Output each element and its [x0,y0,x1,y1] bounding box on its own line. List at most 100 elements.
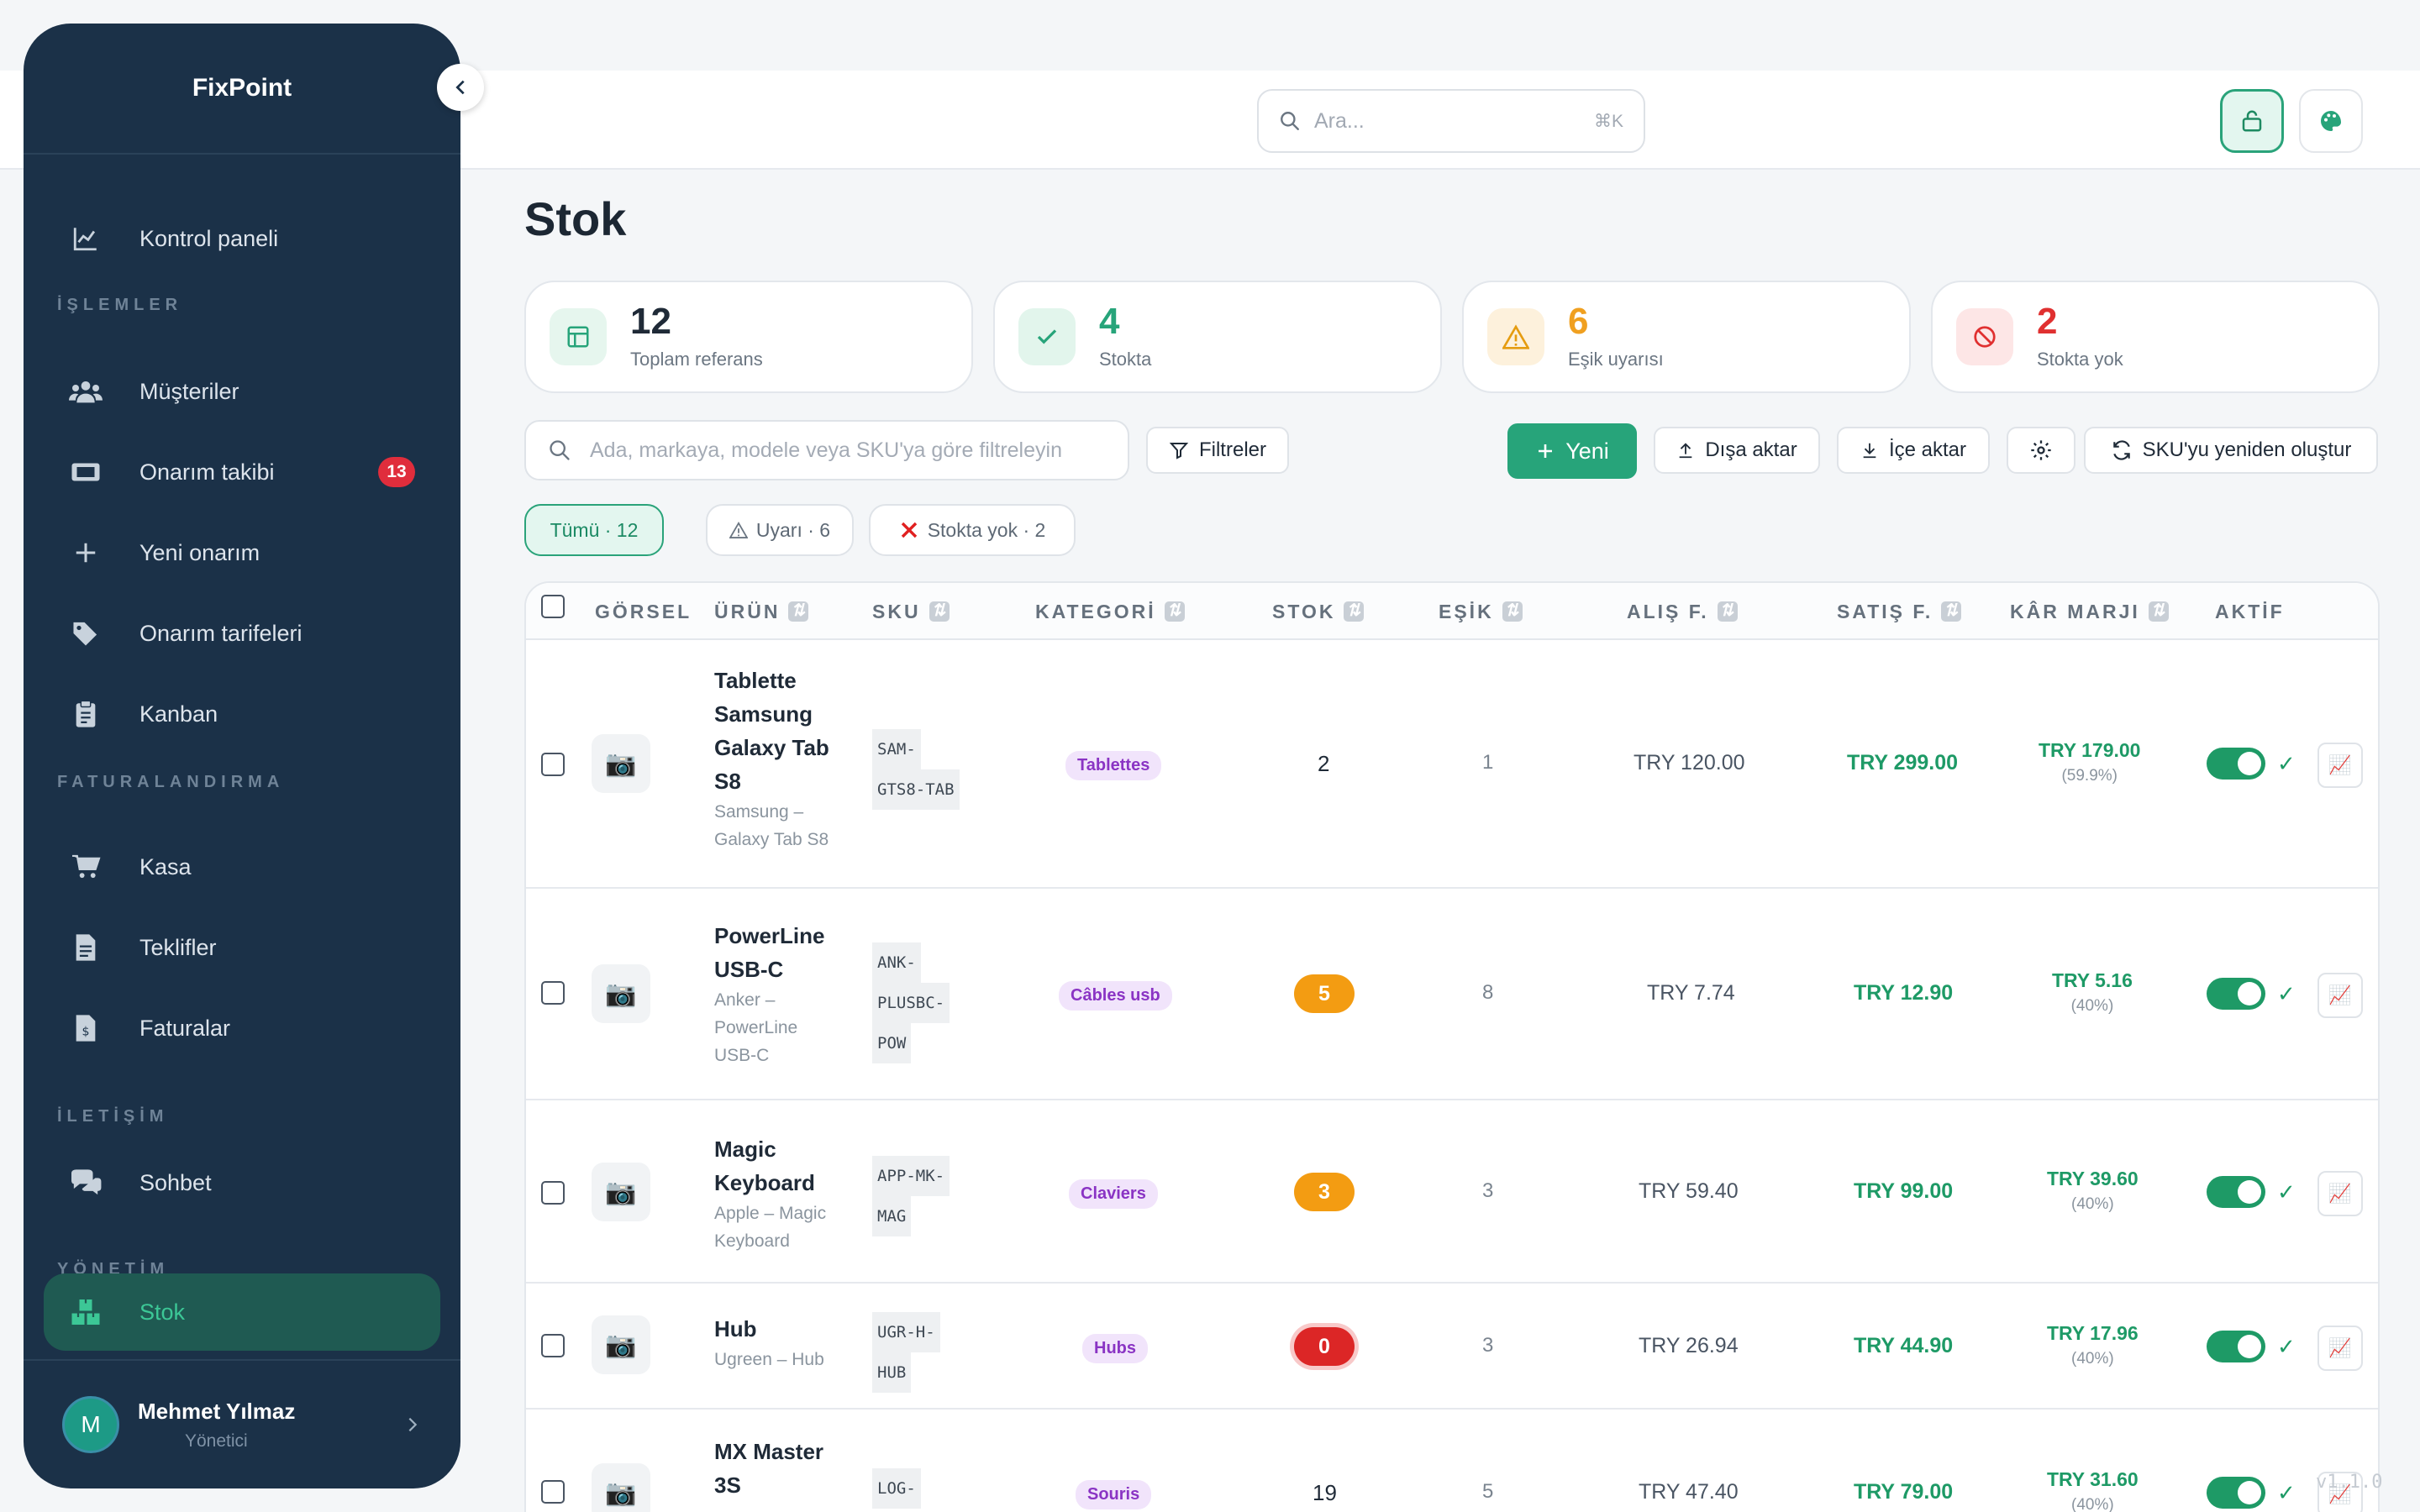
upload-icon [1679,443,1692,459]
chart-button[interactable]: 📈 [2317,1326,2363,1371]
product-cell: Hub Ugreen – Hub [714,1316,824,1369]
camera-icon: 📷 [592,1463,650,1512]
chart-button[interactable]: 📈 [2317,743,2363,788]
row-checkbox[interactable] [541,1480,565,1504]
sku-cell: LOG- [872,1468,921,1509]
user-profile[interactable]: M Mehmet Yılmaz Yönetici [24,1359,460,1488]
stat-value: 6 [1568,301,1589,342]
sidebar-item-label: Stok [139,1299,186,1325]
plus-icon [1539,444,1553,458]
settings-button[interactable] [2007,427,2075,474]
sidebar-item-repair-rates[interactable]: Onarım tarifeleri [44,598,440,669]
sort-icon [1941,600,1962,622]
sidebar-item-customers[interactable]: Müşteriler [44,356,440,427]
sidebar-item-stock[interactable]: Stok [44,1273,440,1351]
active-toggle[interactable]: ✓ [2207,1176,2296,1208]
user-role: Yönetici [185,1431,248,1451]
filters-button[interactable]: Filtreler [1146,427,1289,474]
sidebar-item-cashier[interactable]: Kasa [44,832,440,902]
chart-icon: 📈 [2328,984,2352,1005]
active-toggle[interactable]: ✓ [2207,748,2296,780]
svg-text:$: $ [82,1026,89,1039]
stock-table: GÖRSEL ÜRÜN SKU KATEGORİ STOK EŞİK ALIŞ … [524,581,2380,1512]
regenerate-sku-button[interactable]: SKU'yu yeniden oluştur [2084,427,2378,474]
stat-label: Eşik uyarısı [1568,349,1664,370]
gear-icon [2031,440,2051,460]
sidebar-item-label: Onarım tarifeleri [139,620,302,646]
sidebar-item-kanban[interactable]: Kanban [44,679,440,749]
column-header-margin[interactable]: KÂR MARJI [2010,583,2169,640]
chart-line-icon [69,222,103,255]
chart-button[interactable]: 📈 [2317,1171,2363,1216]
table-row[interactable]: 📷 Magic Keyboard Apple – Magic Keyboard … [526,1100,2378,1284]
column-header-buy-price[interactable]: ALIŞ F. [1627,583,1738,640]
buy-price: TRY 7.74 [1647,981,1735,1005]
table-row[interactable]: 📷 PowerLine USB-C Anker – PowerLine USB-… [526,889,2378,1100]
row-checkbox[interactable] [541,981,565,1005]
new-button[interactable]: Yeni [1507,423,1637,479]
column-header-sell-price[interactable]: SATIŞ F. [1837,583,1962,640]
select-all-checkbox[interactable] [541,595,565,618]
sidebar-item-chat[interactable]: Sohbet [44,1147,440,1218]
margin-cell: TRY 39.60 (40%) [2047,1168,2139,1213]
clipboard-icon [69,697,103,731]
plus-icon [69,536,103,570]
palette-icon [2320,111,2341,131]
export-button[interactable]: Dışa aktar [1654,427,1820,474]
column-header-stock[interactable]: STOK [1272,583,1365,640]
category-badge: Claviers [1069,1179,1158,1209]
filter-input[interactable]: Ada, markaya, modele veya SKU'ya göre fi… [524,420,1129,480]
column-header-sku[interactable]: SKU [872,583,950,640]
column-header-product[interactable]: ÜRÜN [714,583,809,640]
sidebar-item-quotes[interactable]: Teklifler [44,912,440,983]
row-checkbox[interactable] [541,1334,565,1357]
product-name-line: S8 [714,769,741,794]
sidebar-item-dashboard[interactable]: Kontrol paneli [44,203,440,274]
sidebar-item-repair-tracking[interactable]: Onarım takibi 13 [44,437,440,507]
row-checkbox[interactable] [541,1181,565,1205]
search-placeholder: Ara... [1314,108,1365,133]
search-shortcut: ⌘K [1593,111,1623,131]
sidebar-item-invoices[interactable]: $ Faturalar [44,993,440,1063]
sidebar-item-label: Teklifler [139,934,217,960]
import-button[interactable]: İçe aktar [1837,427,1990,474]
row-checkbox[interactable] [541,753,565,776]
active-toggle[interactable]: ✓ [2207,978,2296,1010]
filter-placeholder: Ada, markaya, modele veya SKU'ya göre fi… [590,438,1062,462]
threshold-value: 5 [1482,1480,1494,1503]
refresh-icon [2112,440,2130,460]
product-subtitle-line: Samsung – [714,802,804,822]
table-row[interactable]: 📷 Tablette Samsung Galaxy Tab S8 Samsung… [526,640,2378,889]
column-header-category[interactable]: KATEGORİ [1035,583,1185,640]
table-row[interactable]: 📷 MX Master 3S LOG- Souris 19 5 TRY 47.4… [526,1410,2378,1512]
chat-icon [69,1166,103,1200]
nav-section-billing: FATURALANDIRMA [57,773,285,791]
chip-all[interactable]: Tümü · 12 [524,504,664,556]
stock-value: 19 [1313,1480,1337,1505]
table-row[interactable]: 📷 Hub Ugreen – Hub UGR-H- HUB Hubs 0 3 TR… [526,1284,2378,1410]
sidebar-item-label: Faturalar [139,1015,231,1041]
active-toggle[interactable]: ✓ [2207,1331,2296,1362]
global-search-input[interactable]: Ara... ⌘K [1257,89,1645,153]
sidebar-collapse-button[interactable] [437,64,484,111]
chart-button[interactable]: 📈 [2317,973,2363,1018]
stock-badge-warning: 5 [1294,974,1355,1013]
camera-icon: 📷 [592,1163,650,1221]
category-badge: Hubs [1082,1334,1148,1363]
export-label: Dışa aktar [1705,438,1797,461]
threshold-value: 3 [1482,1179,1494,1202]
buy-price: TRY 26.94 [1639,1334,1739,1357]
chip-out-of-stock[interactable]: Stokta yok · 2 [869,504,1076,556]
filter-icon [1169,443,1189,459]
theme-button[interactable] [2299,89,2363,153]
lock-button[interactable] [2220,89,2284,153]
download-icon [1863,443,1876,459]
chip-warning[interactable]: Uyarı · 6 [706,504,854,556]
active-toggle[interactable]: ✓ [2207,1477,2296,1509]
user-name: Mehmet Yılmaz [138,1398,296,1424]
stat-label: Stokta yok [2037,349,2123,370]
check-icon [1018,308,1076,365]
ticket-icon [69,455,103,489]
column-header-threshold[interactable]: EŞİK [1439,583,1523,640]
sidebar-item-new-repair[interactable]: Yeni onarım [44,517,440,588]
